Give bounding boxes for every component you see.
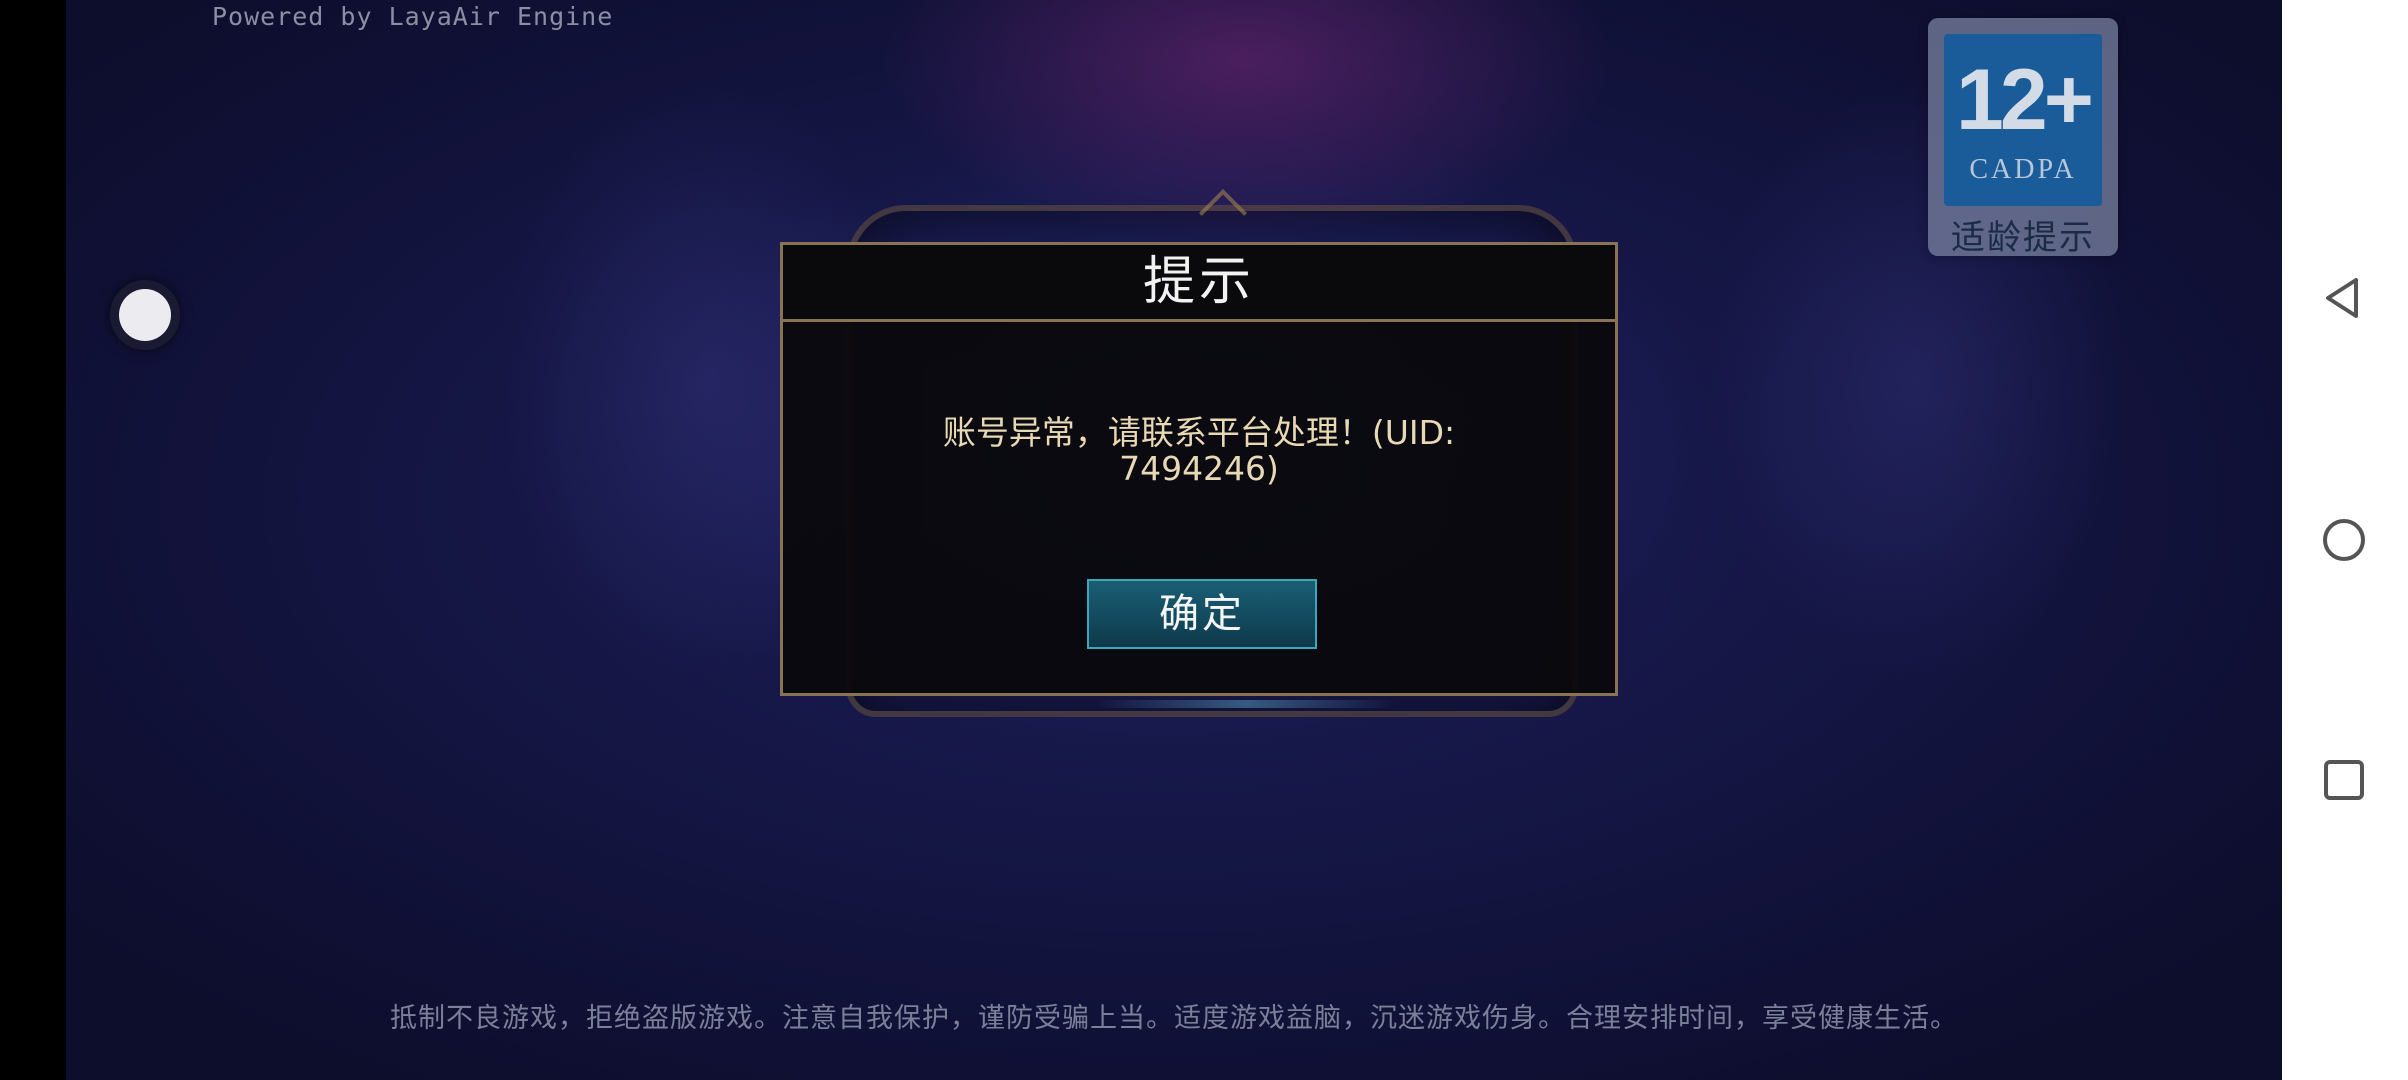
circle-home-icon [2323,519,2365,561]
device-screen: 抵制不良游戏，拒绝盗版游戏。注意自我保护，谨防受骗上当。适度游戏益脑，沉迷游戏伤… [0,0,2408,1080]
engine-credit: Powered by LayaAir Engine [212,2,614,31]
square-recents-icon [2324,760,2364,800]
triangle-back-icon [2326,278,2358,318]
dialog-message-line-1: 账号异常，请联系平台处理！(UID: [942,413,1456,452]
age-rating-number: 12+ [1956,52,2094,148]
dialog-message: 账号异常，请联系平台处理！(UID: 7494246) [823,415,1575,487]
nav-recents-button[interactable] [2282,740,2408,820]
alert-dialog: 提示 账号异常，请联系平台处理！(UID: 7494246) 确定 [780,242,1618,696]
system-navigation-bar [2282,0,2408,1080]
nav-back-button[interactable] [2282,258,2408,338]
dialog-message-line-2: 7494246) [1119,449,1279,488]
age-rating-badge: 12+ CADPA 适龄提示 [1928,18,2118,258]
confirm-button[interactable]: 确定 [1087,579,1317,649]
age-rating-panel: 12+ CADPA [1944,34,2102,206]
dialog-header: 提示 [783,245,1615,322]
age-rating-organization: CADPA [1969,154,2077,185]
nav-home-button[interactable] [2282,500,2408,580]
left-screen-edge [0,0,66,1080]
health-gaming-notice: 抵制不良游戏，拒绝盗版游戏。注意自我保护，谨防受骗上当。适度游戏益脑，沉迷游戏伤… [390,1003,1958,1034]
game-viewport[interactable]: 抵制不良游戏，拒绝盗版游戏。注意自我保护，谨防受骗上当。适度游戏益脑，沉迷游戏伤… [66,0,2282,1080]
dialog-title: 提示 [1142,252,1255,312]
age-rating-caption: 适龄提示 [1951,218,2095,258]
floating-assist-dot-icon [119,289,171,341]
background-glow-line [1096,700,1396,708]
floating-assist-button[interactable] [110,280,180,350]
